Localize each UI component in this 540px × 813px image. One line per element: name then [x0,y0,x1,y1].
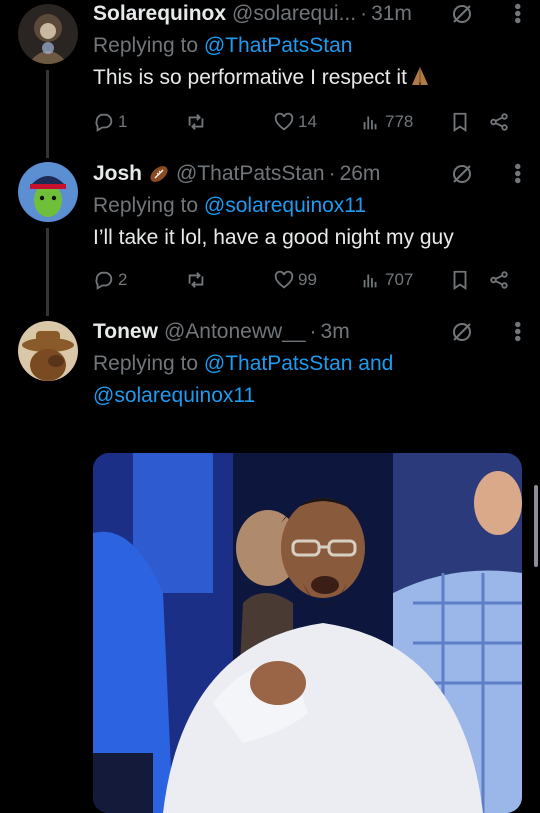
separator: · [309,320,317,343]
bookmark-button[interactable] [449,111,471,133]
views-count: 707 [385,270,414,289]
views-button[interactable]: 778 [360,111,413,133]
reply-icon [95,113,113,132]
heart-icon [274,270,294,289]
bookmark-icon [453,270,467,290]
display-name[interactable]: Josh [93,160,142,188]
user-handle[interactable]: @Antoneww__ [164,318,306,346]
thread-line [46,70,49,158]
views-button[interactable]: 707 [360,269,413,291]
timestamp[interactable]: 31m [371,0,412,28]
user-handle[interactable]: @solarequi... [232,0,356,28]
share-icon [490,271,508,289]
reply-icon [95,271,113,290]
like-count: 99 [298,270,317,289]
replying-to: Replying to @ThatPatsStan [93,34,353,57]
share-button[interactable] [488,111,510,133]
separator: · [328,162,336,185]
user-handle[interactable]: @ThatPatsStan [176,160,325,188]
replying-to: Replying to @ThatPatsStan and @solarequi… [93,352,394,407]
grok-icon[interactable] [450,162,474,186]
avatar[interactable] [18,321,78,381]
views-icon [363,274,377,288]
like-button[interactable]: 99 [273,269,317,291]
separator: · [360,2,368,25]
share-icon [490,113,508,131]
reply-count: 1 [118,112,128,131]
views-count: 778 [385,112,414,131]
repost-icon [188,114,204,130]
avatar[interactable] [18,4,78,64]
like-count: 14 [298,112,317,131]
timestamp[interactable]: 3m [321,318,350,346]
tweet-media-image[interactable] [93,453,522,813]
reply-button[interactable]: 1 [93,111,127,133]
more-icon[interactable]: ••• [506,321,528,342]
grok-icon[interactable] [450,2,474,26]
like-button[interactable]: 14 [273,111,317,133]
display-name[interactable]: Solarequinox [93,0,226,28]
avatar[interactable] [18,162,78,222]
grok-icon[interactable] [450,320,474,344]
bookmark-icon [453,112,467,132]
heart-icon [274,112,294,131]
timestamp[interactable]: 26m [340,160,381,188]
display-name[interactable]: Tonew [93,318,158,346]
repost-icon [188,272,204,288]
tweet-text: This is so performative I respect it [93,62,520,97]
reply-button[interactable]: 2 [93,269,127,291]
football-emoji [148,163,170,185]
replying-to: Replying to @solarequinox11 [93,194,367,217]
mention-link[interactable]: @ThatPatsStan [204,352,353,375]
more-icon[interactable]: ••• [506,163,528,184]
mention-link[interactable]: @ThatPatsStan [204,34,353,57]
tweet-text: I’ll take it lol, have a good night my g… [93,226,454,249]
reply-count: 2 [118,270,128,289]
share-button[interactable] [488,269,510,291]
bookmark-button[interactable] [449,269,471,291]
mention-link[interactable]: @solarequinox11 [204,194,366,217]
views-icon [363,116,377,130]
folded-hands-emoji [409,65,431,97]
scrollbar[interactable] [534,485,538,567]
replying-and: and [352,352,394,375]
more-icon[interactable]: ••• [506,3,528,24]
mention-link[interactable]: @solarequinox11 [93,384,255,407]
repost-button[interactable] [185,111,207,133]
repost-button[interactable] [185,269,207,291]
thread-line [46,228,49,316]
